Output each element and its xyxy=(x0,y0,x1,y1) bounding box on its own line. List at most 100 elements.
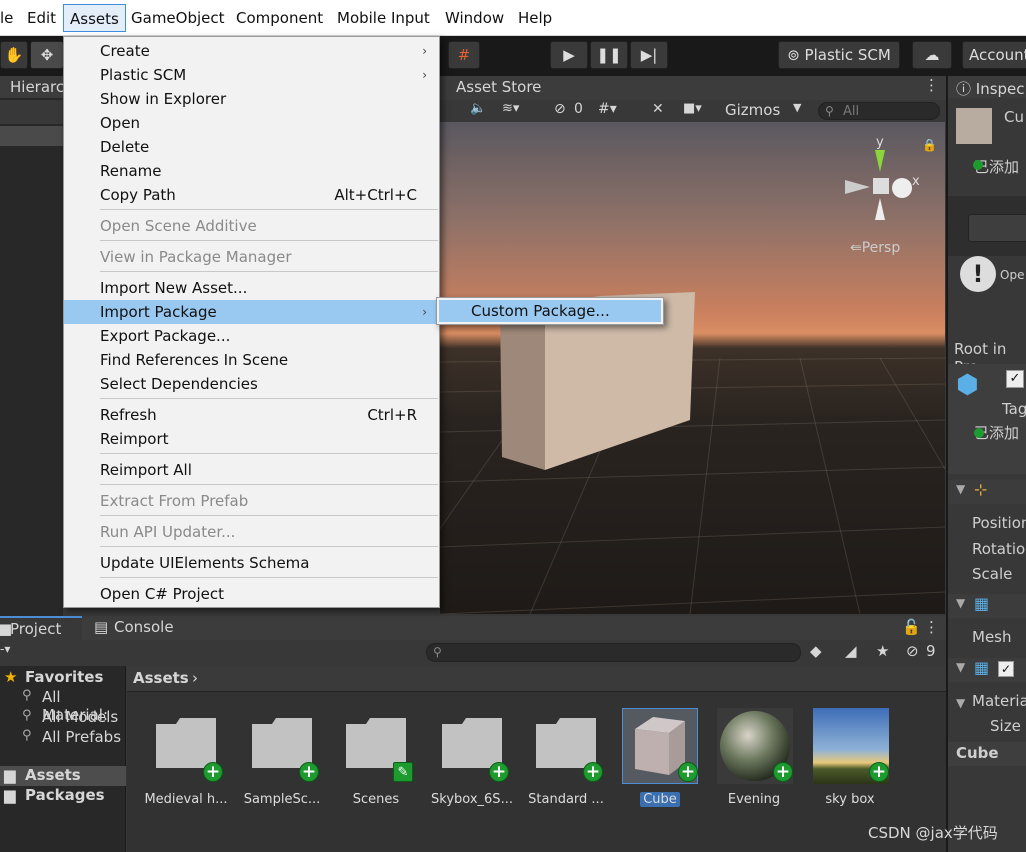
filter-label-icon[interactable]: ◢ xyxy=(845,642,857,660)
camera-icon[interactable]: ■▾ xyxy=(683,101,702,116)
axis-x-label: x xyxy=(912,174,920,189)
filter-type-icon[interactable]: ◆ xyxy=(810,642,822,660)
gizmos-dropdown-icon[interactable]: ▼ xyxy=(793,101,801,114)
foldout-icon: ▼ xyxy=(956,660,966,674)
favorite-star-icon[interactable]: ★ xyxy=(876,642,889,660)
plastic-scm-button[interactable]: ⊚ Plastic SCM xyxy=(778,41,900,69)
object-name: Cu xyxy=(1004,108,1024,126)
persp-icon: ⇚ xyxy=(850,240,862,256)
asset-cube[interactable]: + Cube xyxy=(614,706,704,816)
gizmos-button[interactable]: Gizmos xyxy=(725,101,780,119)
lock-icon[interactable]: 🔒 xyxy=(922,138,937,152)
tab-hierarchy[interactable]: Hierarc xyxy=(10,78,64,96)
project-search-input[interactable]: ⚲ xyxy=(426,643,801,662)
menu-help[interactable]: Help xyxy=(512,4,558,32)
asset-medieval-folder[interactable]: + Medieval h... xyxy=(141,706,231,816)
hierarchy-search[interactable] xyxy=(0,100,63,124)
materials-foldout-icon[interactable]: ▼ xyxy=(956,696,965,710)
create-dropdown-icon[interactable]: -▾ xyxy=(0,642,10,656)
inspector-panel: ⓘ Inspec Cu 已添加 ! Ope Root in Pre ⬢ ✓ Ta… xyxy=(946,76,1026,852)
fav-all-prefabs[interactable]: All Prefabs xyxy=(42,728,121,746)
play-button[interactable]: ▶ xyxy=(550,41,588,69)
tab-project[interactable]: ■ Project xyxy=(0,616,82,640)
asset-scenes-folder[interactable]: ✎ Scenes xyxy=(331,706,421,816)
orientation-gizmo[interactable]: y x xyxy=(835,132,935,242)
grid-icon[interactable]: #▾ xyxy=(598,101,617,117)
menu-bar: le Edit Assets GameObject Component Mobi… xyxy=(0,0,1026,36)
menu-window[interactable]: Window xyxy=(439,4,510,32)
persp-label[interactable]: ⇚Persp xyxy=(850,240,900,256)
search-icon: ⚲ xyxy=(22,688,32,703)
menu-item-delete[interactable]: Delete xyxy=(64,135,439,159)
asset-standard-folder[interactable]: + Standard ... xyxy=(521,706,611,816)
effects-icon[interactable]: ≋▾ xyxy=(502,101,519,116)
step-button[interactable]: ▶| xyxy=(630,41,668,69)
menu-item-show-in-explorer[interactable]: Show in Explorer xyxy=(64,87,439,111)
hidden-packages-icon[interactable]: ⊘ xyxy=(906,642,919,660)
menu-assets[interactable]: Assets xyxy=(63,4,126,32)
asset-sky-box[interactable]: + sky box xyxy=(805,706,895,816)
menu-item-find-references[interactable]: Find References In Scene xyxy=(64,348,439,372)
move-tool-icon[interactable]: ✥ xyxy=(30,41,64,69)
active-checkbox[interactable]: ✓ xyxy=(1006,370,1024,388)
transform-header[interactable]: ▼ ⊹ xyxy=(948,480,1026,504)
grid-snap-icon[interactable]: # xyxy=(448,41,480,69)
tab-inspector[interactable]: ⓘ Inspec xyxy=(956,78,1025,99)
hidden-objects-icon[interactable]: ⊘ xyxy=(554,101,566,117)
menu-item-import-new-asset[interactable]: Import New Asset... xyxy=(64,276,439,300)
meshfilter-header[interactable]: ▼ ▦ xyxy=(948,594,1026,618)
renderer-checkbox[interactable]: ✓ xyxy=(998,661,1014,677)
hand-tool-icon[interactable]: ✋ xyxy=(0,41,28,69)
menu-item-export-package[interactable]: Export Package... xyxy=(64,324,439,348)
fav-all-models[interactable]: All Models xyxy=(42,708,118,726)
tab-asset-store[interactable]: Asset Store xyxy=(456,78,541,96)
menu-item-import-package[interactable]: Import Package › xyxy=(64,300,439,324)
menu-item-open-csharp-project[interactable]: Open C# Project xyxy=(64,582,439,606)
menu-separator xyxy=(100,240,438,241)
menu-gameobject[interactable]: GameObject xyxy=(125,4,231,32)
mesh-label: Mesh xyxy=(972,628,1012,646)
pause-button[interactable]: ❚❚ xyxy=(590,41,628,69)
tree-packages[interactable]: Packages xyxy=(25,786,105,804)
scene-viewport[interactable]: y x 🔒 ⇚Persp xyxy=(440,122,945,614)
menu-item-copy-path[interactable]: Copy Path Alt+Ctrl+C xyxy=(64,183,439,207)
menu-item-update-uielements-schema[interactable]: Update UIElements Schema xyxy=(64,551,439,575)
menu-edit[interactable]: Edit xyxy=(21,4,62,32)
menu-item-rename[interactable]: Rename xyxy=(64,159,439,183)
menu-item-select-dependencies[interactable]: Select Dependencies xyxy=(64,372,439,396)
menu-item-refresh[interactable]: Refresh Ctrl+R xyxy=(64,403,439,427)
tab-console[interactable]: ▤ Console xyxy=(90,616,190,640)
menu-component[interactable]: Component xyxy=(230,4,329,32)
position-label: Position xyxy=(972,514,1026,532)
meshrenderer-header[interactable]: ▼ ▦ ✓ xyxy=(948,658,1026,682)
menu-item-open[interactable]: Open xyxy=(64,111,439,135)
menu-item-create[interactable]: Create › xyxy=(64,39,439,63)
menu-item-plastic-scm[interactable]: Plastic SCM › xyxy=(64,63,439,87)
menu-item-custom-package[interactable]: Custom Package... xyxy=(439,300,661,322)
menu-file[interactable]: le xyxy=(0,4,19,32)
scene-search-input[interactable]: ⚲ All xyxy=(818,102,940,120)
cloud-icon[interactable]: ☁ xyxy=(912,41,952,69)
menu-mobile-input[interactable]: Mobile Input xyxy=(331,4,436,32)
tools-icon[interactable]: ✕ xyxy=(652,101,664,117)
audio-icon[interactable]: 🔈 xyxy=(470,101,486,116)
menu-item-reimport-all[interactable]: Reimport All xyxy=(64,458,439,482)
tree-assets-row[interactable]: ▆ Assets xyxy=(0,766,126,786)
hidden-count: 0 xyxy=(574,101,583,117)
hierarchy-scene-row[interactable] xyxy=(0,126,63,146)
account-button[interactable]: Account xyxy=(962,41,1026,69)
asset-samplescene-folder[interactable]: + SampleSc... xyxy=(237,706,327,816)
breadcrumb-assets[interactable]: Assets xyxy=(133,669,189,687)
asset-evening[interactable]: + Evening xyxy=(709,706,799,816)
lock-icon[interactable]: 🔓 xyxy=(902,618,921,636)
console-icon: ▤ xyxy=(94,618,109,636)
menu-separator xyxy=(100,398,438,399)
menu-item-reimport[interactable]: Reimport xyxy=(64,427,439,451)
foldout-icon: ▼ xyxy=(956,482,966,496)
project-tree: ★ Favorites ⚲ All Material: ⚲ All Models… xyxy=(0,666,126,852)
more-options-icon[interactable]: ⋮ xyxy=(924,618,939,636)
more-options-icon[interactable]: ⋮ xyxy=(924,76,939,94)
favorites-label[interactable]: Favorites xyxy=(25,668,103,686)
asset-skybox-folder[interactable]: + Skybox_6S... xyxy=(427,706,517,816)
open-prefab-button[interactable] xyxy=(968,214,1026,242)
